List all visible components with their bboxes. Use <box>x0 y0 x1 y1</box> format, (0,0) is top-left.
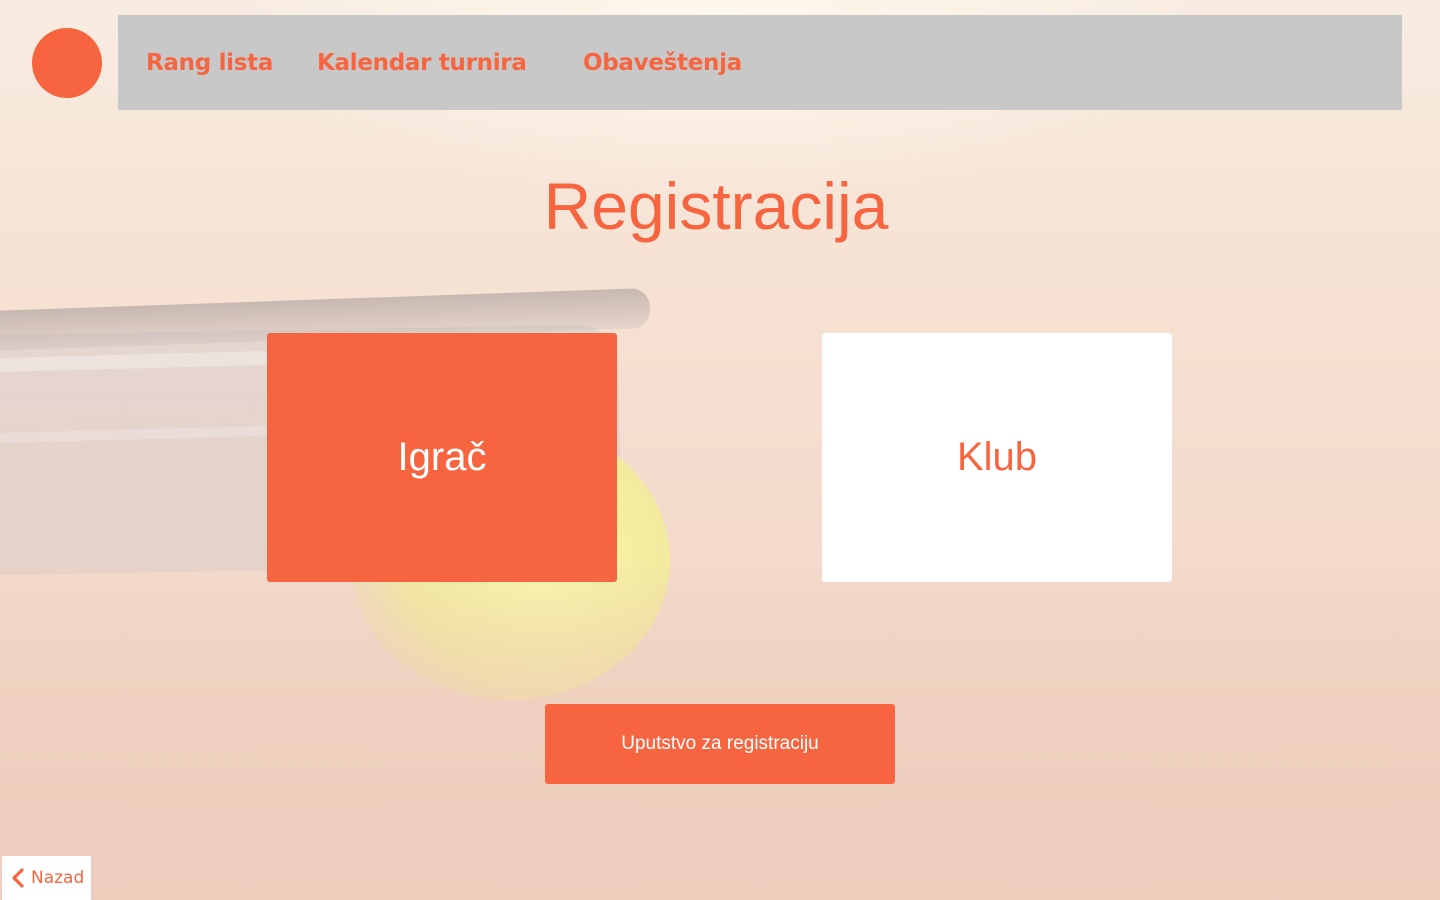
nav-item-obavestenja[interactable]: Obaveštenja <box>583 15 742 110</box>
nav-item-kalendar-turnira[interactable]: Kalendar turnira <box>317 15 527 110</box>
club-option-label: Klub <box>956 435 1038 479</box>
chevron-left-icon <box>12 868 24 888</box>
player-option-label: Igrač <box>397 435 487 479</box>
nav-item-rang-lista[interactable]: Rang lista <box>146 15 273 110</box>
back-button[interactable]: Nazad <box>2 856 91 900</box>
logo[interactable] <box>32 28 102 98</box>
registration-guide-button[interactable]: Uputstvo za registraciju <box>545 704 895 784</box>
player-option-button[interactable]: Igrač <box>267 333 617 582</box>
back-label: Nazad <box>31 868 85 888</box>
top-navbar: Rang lista Kalendar turnira Obaveštenja <box>118 15 1402 110</box>
page-title: Registracija <box>543 169 889 243</box>
club-option-button[interactable]: Klub <box>822 333 1172 582</box>
